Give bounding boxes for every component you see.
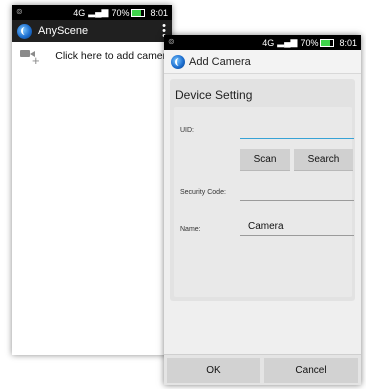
device-setting-card: Device Setting UID: Scan Search Security… (170, 79, 355, 301)
app-title: AnyScene (38, 25, 89, 37)
camera-plus-icon: + (20, 47, 40, 67)
signal-label: 4G (262, 37, 275, 48)
search-button[interactable]: Search (294, 149, 353, 170)
battery-percent: 70% (300, 37, 319, 48)
security-code-input[interactable] (240, 200, 354, 201)
status-bar: ⊚ 4G ▂▄▆ 70% 8:01 (12, 5, 172, 20)
main-screen: ⊚ 4G ▂▄▆ 70% 8:01 AnyScene ••• + Click h… (12, 5, 172, 355)
name-input[interactable] (240, 235, 354, 236)
scan-button[interactable]: Scan (240, 149, 290, 170)
add-camera-text: Click here to add camera (55, 50, 172, 62)
battery-icon (131, 8, 146, 17)
cancel-button[interactable]: Cancel (264, 358, 358, 383)
signal-bars-icon: ▂▄▆ (88, 7, 109, 17)
add-camera-row[interactable]: + Click here to add camera (12, 42, 172, 70)
dialog-title-bar: Add Camera (164, 50, 361, 74)
battery-icon (320, 38, 335, 47)
notification-icon: ⊚ (168, 37, 175, 46)
uid-input[interactable] (240, 138, 354, 139)
add-camera-screen: ⊚ 4G ▂▄▆ 70% 8:01 Add Camera Device Sett… (164, 35, 361, 385)
form-panel: UID: Scan Search Security Code: Name: Ca… (174, 107, 354, 297)
section-title: Device Setting (175, 88, 253, 102)
dialog-button-bar: OK Cancel (164, 354, 361, 385)
security-code-label: Security Code: (180, 189, 226, 196)
signal-bars-icon: ▂▄▆ (277, 37, 298, 47)
name-label: Name: (180, 226, 201, 233)
status-bar: ⊚ 4G ▂▄▆ 70% 8:01 (164, 35, 361, 50)
app-logo-icon (17, 23, 32, 39)
dialog-title: Add Camera (189, 55, 251, 68)
notification-icon: ⊚ (16, 7, 23, 16)
action-bar: AnyScene ••• (12, 20, 172, 42)
ok-button[interactable]: OK (167, 358, 260, 383)
app-logo-icon (171, 54, 185, 69)
name-value: Camera (248, 221, 284, 232)
clock: 8:01 (150, 7, 168, 18)
battery-percent: 70% (111, 7, 130, 18)
uid-label: UID: (180, 127, 194, 134)
signal-label: 4G (73, 7, 86, 18)
clock: 8:01 (339, 37, 357, 48)
